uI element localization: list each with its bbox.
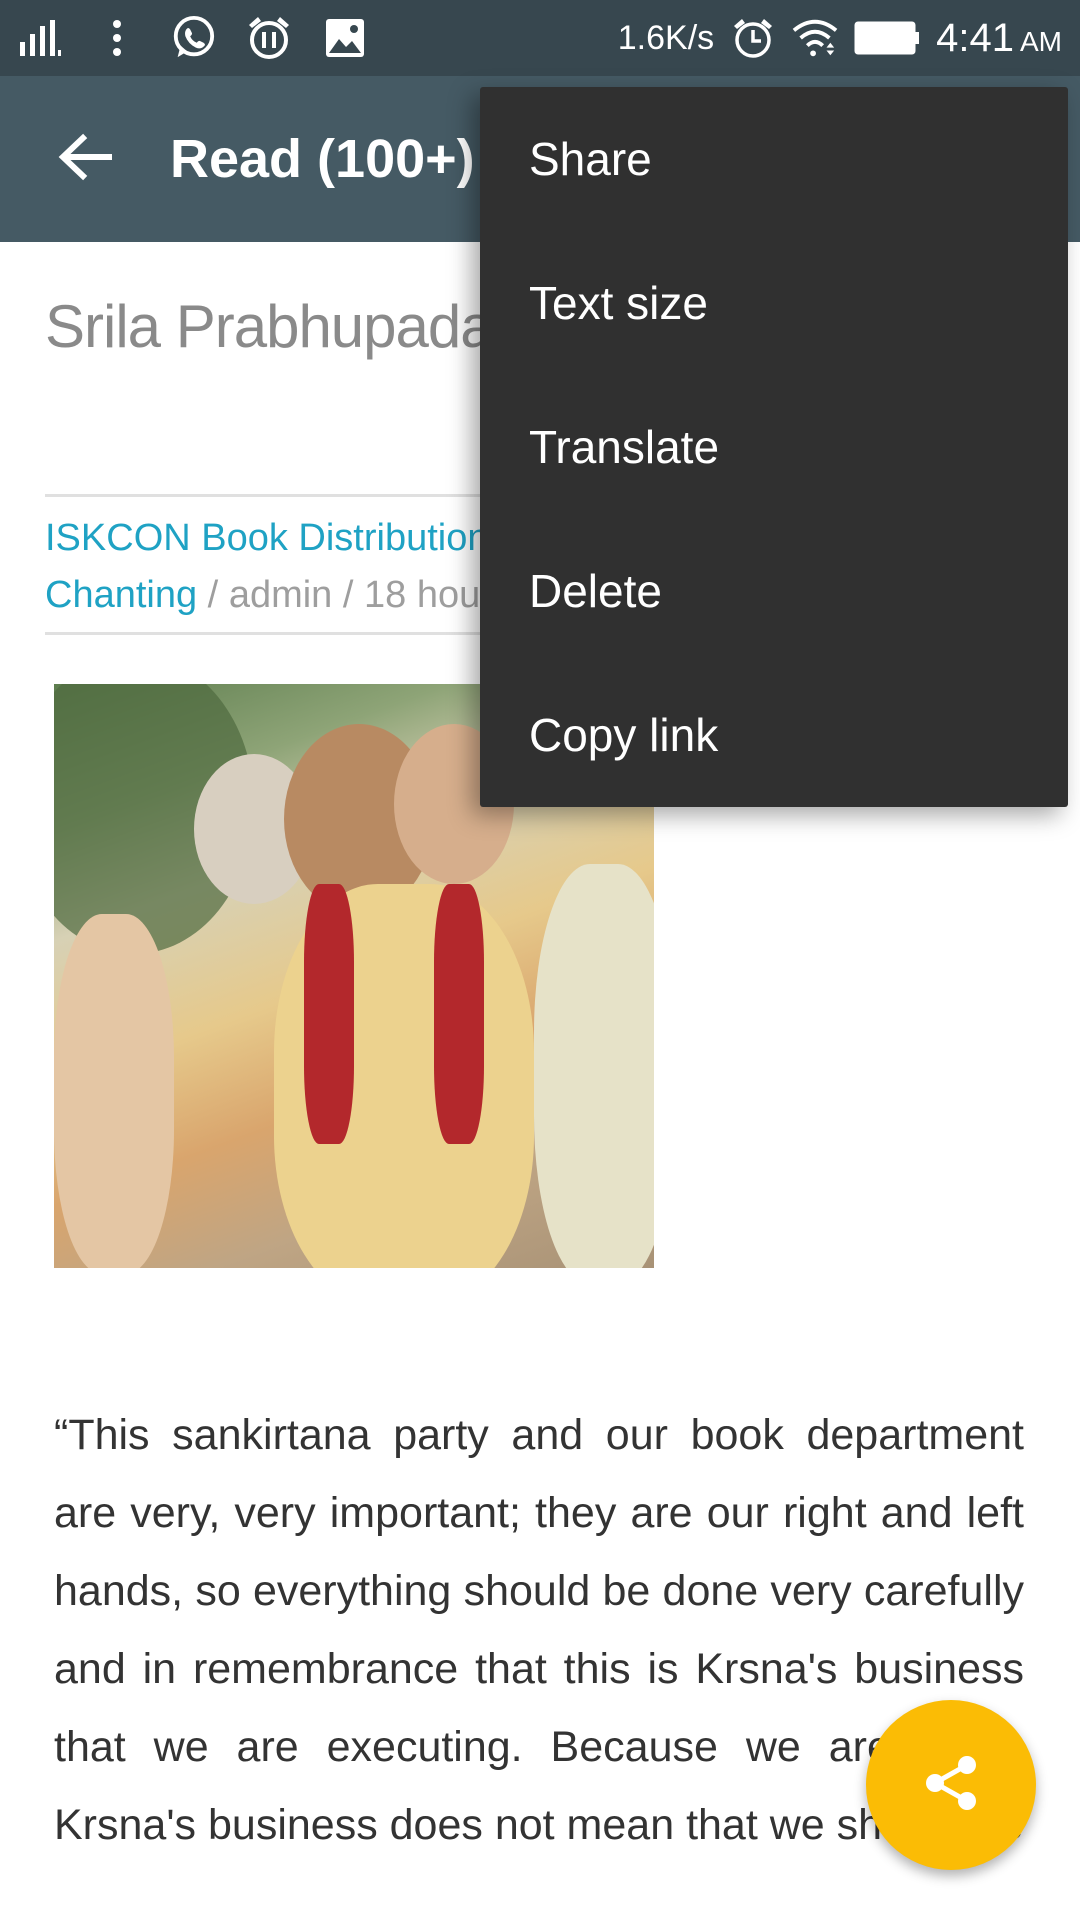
menu-item-copy-link[interactable]: Copy link xyxy=(480,663,1068,807)
whatsapp-icon xyxy=(170,15,216,61)
clock-time: 4:41 xyxy=(936,15,1014,60)
category-link-chanting[interactable]: Chanting xyxy=(45,574,197,616)
category-link-book-distribution[interactable]: ISKCON Book Distribution xyxy=(45,517,489,559)
status-bar: 1.6K/s 4:41 AM xyxy=(0,0,1080,76)
share-fab[interactable] xyxy=(866,1700,1036,1870)
menu-item-translate[interactable]: Translate xyxy=(480,375,1068,519)
share-icon xyxy=(919,1751,983,1820)
toolbar-title: Read (100+) xyxy=(170,129,475,189)
signal-icon xyxy=(18,15,64,61)
author: admin xyxy=(228,574,333,616)
wifi-icon xyxy=(792,15,838,61)
menu-item-text-size[interactable]: Text size xyxy=(480,231,1068,375)
more-notifications-icon xyxy=(94,15,140,61)
network-speed: 1.6K/s xyxy=(617,18,715,57)
alarm-clock-icon xyxy=(730,15,776,61)
meta-separator: / xyxy=(197,574,229,616)
clock-ampm: AM xyxy=(1020,25,1062,57)
menu-item-share[interactable]: Share xyxy=(480,87,1068,231)
clock: 4:41 AM xyxy=(936,16,1062,61)
overflow-menu: Share Text size Translate Delete Copy li… xyxy=(480,87,1068,807)
alarm-paused-icon xyxy=(246,15,292,61)
image-icon xyxy=(322,15,368,61)
menu-item-delete[interactable]: Delete xyxy=(480,519,1068,663)
battery-icon xyxy=(854,15,920,61)
arrow-back-icon xyxy=(57,132,113,187)
back-button[interactable] xyxy=(30,104,140,214)
meta-separator: / xyxy=(332,574,364,616)
